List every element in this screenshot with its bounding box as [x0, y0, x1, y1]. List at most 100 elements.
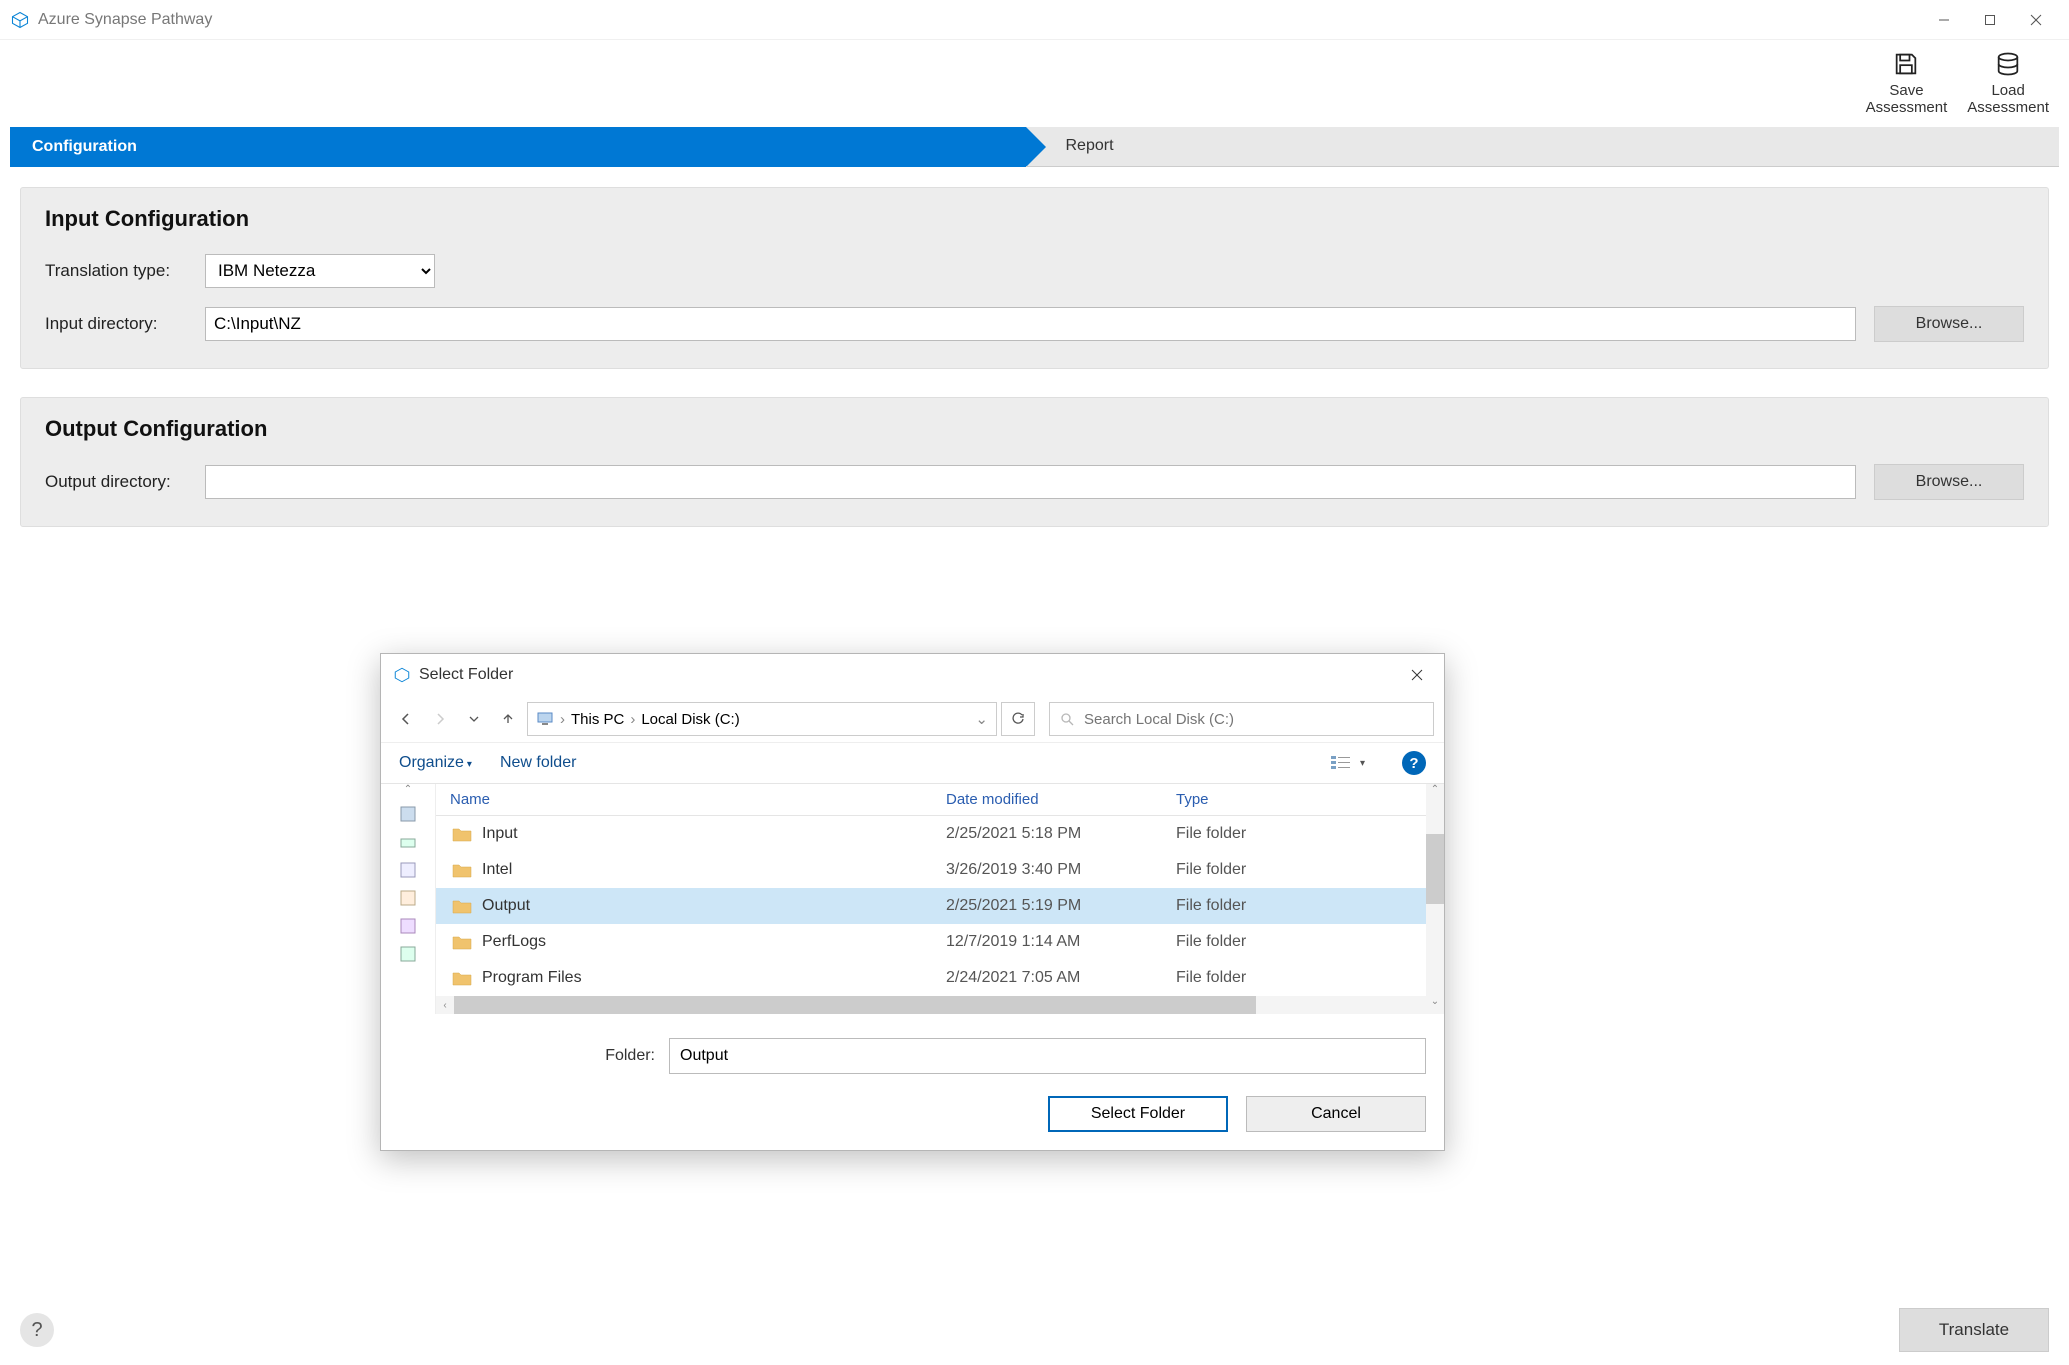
folder-field-label: Folder:: [399, 1047, 669, 1065]
app-logo-icon: [10, 10, 30, 30]
folder-icon: [452, 934, 472, 950]
input-configuration-panel: Input Configuration Translation type: IB…: [20, 187, 2049, 369]
folder-name: Program Files: [482, 969, 582, 987]
translation-type-select[interactable]: IBM Netezza: [205, 254, 435, 288]
view-dropdown-icon[interactable]: ▾: [1360, 758, 1372, 769]
nav-up-button[interactable]: [493, 704, 523, 734]
view-options-button[interactable]: [1328, 752, 1354, 774]
pc-icon: [536, 710, 554, 728]
dialog-toolbar: Organize▾ New folder ▾ ?: [381, 742, 1444, 783]
load-assessment-button[interactable]: LoadAssessment: [1967, 50, 2049, 117]
folder-name: PerfLogs: [482, 933, 546, 951]
translate-button[interactable]: Translate: [1899, 1308, 2049, 1352]
tab-configuration[interactable]: Configuration: [10, 127, 1026, 167]
dialog-app-icon: [393, 666, 411, 684]
load-assessment-label: LoadAssessment: [1967, 82, 2049, 117]
organize-menu[interactable]: Organize▾: [399, 754, 472, 772]
refresh-button[interactable]: [1001, 702, 1035, 736]
dialog-close-button[interactable]: [1402, 660, 1432, 690]
save-icon: [1892, 50, 1920, 78]
breadcrumb-local-disk[interactable]: Local Disk (C:): [641, 711, 739, 728]
drive-icon: [399, 833, 417, 851]
wizard-tabs: Configuration Report: [10, 127, 2059, 167]
folder-row[interactable]: Program Files 2/24/2021 7:05 AMFile folde…: [436, 960, 1444, 996]
folder-date: 3/26/2019 3:40 PM: [946, 861, 1176, 879]
folder-type: File folder: [1176, 933, 1444, 951]
tab-report[interactable]: Report: [1026, 127, 2060, 167]
column-date-modified[interactable]: Date modified: [946, 791, 1176, 808]
nav-back-button[interactable]: [391, 704, 421, 734]
folder-row[interactable]: Intel 3/26/2019 3:40 PMFile folder: [436, 852, 1444, 888]
folder-name-input[interactable]: [669, 1038, 1426, 1074]
search-input[interactable]: [1084, 711, 1423, 728]
content-area: Input Configuration Translation type: IB…: [0, 167, 2069, 527]
window-title: Azure Synapse Pathway: [38, 11, 212, 29]
folder-icon: [452, 970, 472, 986]
file-list-area: Name Date modified Type Input 2/25/2021 5…: [436, 784, 1444, 1014]
translation-type-label: Translation type:: [45, 261, 205, 281]
dialog-body: ⌃ Name Date modified Type Input 2/25/2021…: [381, 783, 1444, 1014]
quickaccess-icon: [399, 805, 417, 823]
folder-row[interactable]: PerfLogs 12/7/2019 1:14 AMFile folder: [436, 924, 1444, 960]
horizontal-scrollbar[interactable]: ‹›: [436, 996, 1444, 1014]
folder-row[interactable]: Input 2/25/2021 5:18 PMFile folder: [436, 816, 1444, 852]
close-button[interactable]: [2013, 5, 2059, 35]
folder-date: 12/7/2019 1:14 AM: [946, 933, 1176, 951]
folder-date: 2/25/2021 5:19 PM: [946, 897, 1176, 915]
file-list-header[interactable]: Name Date modified Type: [436, 784, 1444, 816]
search-box[interactable]: [1049, 702, 1434, 736]
output-configuration-panel: Output Configuration Output directory: B…: [20, 397, 2049, 527]
save-assessment-label: SaveAssessment: [1866, 82, 1948, 117]
search-icon: [1060, 712, 1074, 726]
column-type[interactable]: Type: [1176, 791, 1444, 808]
folder-name: Intel: [482, 861, 512, 879]
file-rows: Input2/25/2021 5:18 PMFile folderIntel3/…: [436, 816, 1444, 996]
breadcrumb-bar[interactable]: › This PC › Local Disk (C:) ⌄: [527, 702, 997, 736]
details-view-icon: [1330, 754, 1352, 772]
folder-date: 2/25/2021 5:18 PM: [946, 825, 1176, 843]
new-folder-button[interactable]: New folder: [500, 754, 576, 772]
folder-row[interactable]: Output2/25/2021 5:19 PMFile folder: [436, 888, 1444, 924]
nav-item-icon: [399, 861, 417, 879]
output-directory-label: Output directory:: [45, 472, 205, 492]
title-bar: Azure Synapse Pathway: [0, 0, 2069, 40]
folder-name: Output: [482, 897, 530, 915]
folder-type: File folder: [1176, 825, 1444, 843]
nav-item-icon: [399, 945, 417, 963]
minimize-button[interactable]: [1921, 5, 1967, 35]
vertical-scrollbar[interactable]: ⌃⌄: [1426, 784, 1444, 1014]
folder-type: File folder: [1176, 969, 1444, 987]
folder-date: 2/24/2021 7:05 AM: [946, 969, 1176, 987]
navigation-pane[interactable]: ⌃: [381, 784, 436, 1014]
help-button[interactable]: ?: [20, 1313, 54, 1347]
dialog-title: Select Folder: [419, 666, 513, 684]
load-icon: [1994, 50, 2022, 78]
maximize-button[interactable]: [1967, 5, 2013, 35]
main-toolbar: SaveAssessment LoadAssessment: [0, 40, 2069, 127]
nav-recent-dropdown[interactable]: [459, 704, 489, 734]
input-directory-field[interactable]: [205, 307, 1856, 341]
dialog-help-button[interactable]: ?: [1402, 751, 1426, 775]
folder-type: File folder: [1176, 861, 1444, 879]
folder-icon: [452, 862, 472, 878]
cancel-button[interactable]: Cancel: [1246, 1096, 1426, 1132]
output-panel-heading: Output Configuration: [45, 416, 2024, 442]
output-browse-button[interactable]: Browse...: [1874, 464, 2024, 500]
input-browse-button[interactable]: Browse...: [1874, 306, 2024, 342]
folder-name: Input: [482, 825, 518, 843]
input-directory-label: Input directory:: [45, 314, 205, 334]
folder-icon: [452, 898, 472, 914]
footer-bar: ? Translate: [0, 1295, 2069, 1365]
input-panel-heading: Input Configuration: [45, 206, 2024, 232]
select-folder-button[interactable]: Select Folder: [1048, 1096, 1228, 1132]
nav-item-icon: [399, 889, 417, 907]
breadcrumb-this-pc[interactable]: This PC: [571, 711, 624, 728]
chevron-down-icon[interactable]: ⌄: [975, 710, 988, 728]
nav-forward-button[interactable]: [425, 704, 455, 734]
output-directory-field[interactable]: [205, 465, 1856, 499]
column-name[interactable]: Name: [436, 791, 946, 808]
chevron-right-icon: ›: [628, 711, 637, 728]
folder-icon: [452, 826, 472, 842]
save-assessment-button[interactable]: SaveAssessment: [1866, 50, 1948, 117]
chevron-right-icon: ›: [558, 711, 567, 728]
